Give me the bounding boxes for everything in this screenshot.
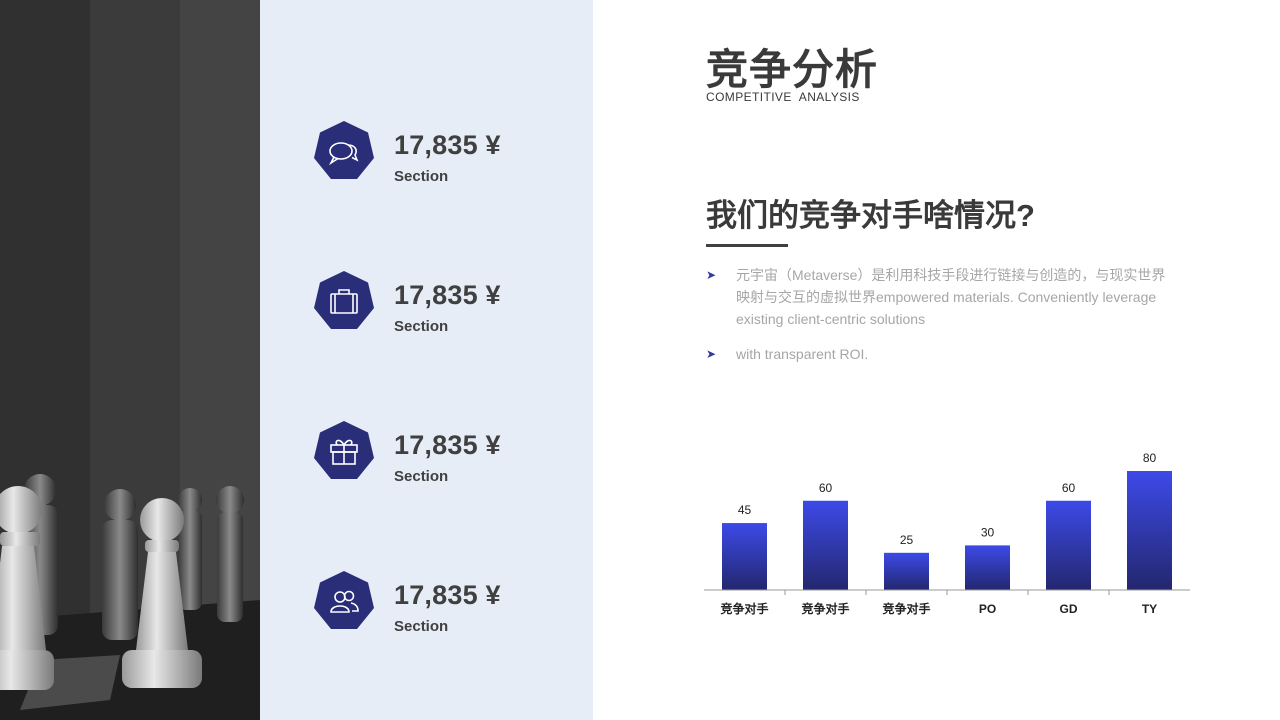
stat-item: 17,835 ¥ Section [313,120,573,190]
stat-item: 17,835 ¥ Section [313,570,573,640]
bar-2 [884,552,929,590]
stat-value: 17,835 ¥ [394,430,501,460]
stat-item: 17,835 ¥ Section [313,270,573,340]
x-tick-label: 竞争对手 [882,601,930,616]
slide-subtitle: COMPETITIVE ANALYSIS [706,90,860,104]
chat-bubbles-icon [313,120,375,184]
x-tick-label: PO [979,602,996,616]
bar-5 [1127,471,1172,590]
bar-4 [1046,500,1091,590]
bar-1 [803,500,848,590]
arrow-bullet-icon: ➤ [706,347,717,361]
stat-label: Section [394,168,449,185]
bar-0 [722,523,767,590]
stat-value: 17,835 ¥ [394,580,501,610]
slide-title: 竞争分析 [706,46,879,93]
data-label: 80 [1143,451,1157,465]
stat-value: 17,835 ¥ [394,280,501,310]
stats-panel: 17,835 ¥ Section 17,835 ¥ Section 17,835… [260,0,593,720]
stat-value: 17,835 ¥ [394,130,501,160]
data-label: 60 [819,481,833,495]
x-tick-label: 竞争对手 [720,601,768,616]
stat-label: Section [394,618,449,635]
bullet-item: ➤ with transparent ROI. [706,343,1176,365]
data-label: 25 [900,533,914,547]
data-label: 30 [981,525,995,539]
bullet-text: with transparent ROI. [736,346,869,362]
stat-label: Section [394,468,449,485]
stat-label: Section [394,318,449,335]
users-icon [313,570,375,634]
x-tick-label: GD [1060,602,1078,616]
bar-3 [965,545,1010,590]
bullet-text: 元宇宙（Metaverse）是利用科技手段进行链接与创造的，与现实世界映射与交互… [736,267,1166,327]
briefcase-icon [313,270,375,334]
heading-underline [706,244,788,247]
section-heading: 我们的竞争对手啥情况? [706,198,1035,233]
chess-photo [0,0,260,720]
x-tick-label: TY [1142,602,1157,616]
data-label: 45 [738,503,752,517]
stat-item: 17,835 ¥ Section [313,420,573,490]
bar-chart: 45 竞争对手 60 竞争对手 25 竞争对手 30 PO 60 GD 80 TY [704,440,1194,630]
x-tick-label: 竞争对手 [801,601,849,616]
bullet-item: ➤ 元宇宙（Metaverse）是利用科技手段进行链接与创造的，与现实世界映射与… [706,264,1176,330]
arrow-bullet-icon: ➤ [706,268,717,282]
gift-icon [313,420,375,484]
data-label: 60 [1062,481,1076,495]
